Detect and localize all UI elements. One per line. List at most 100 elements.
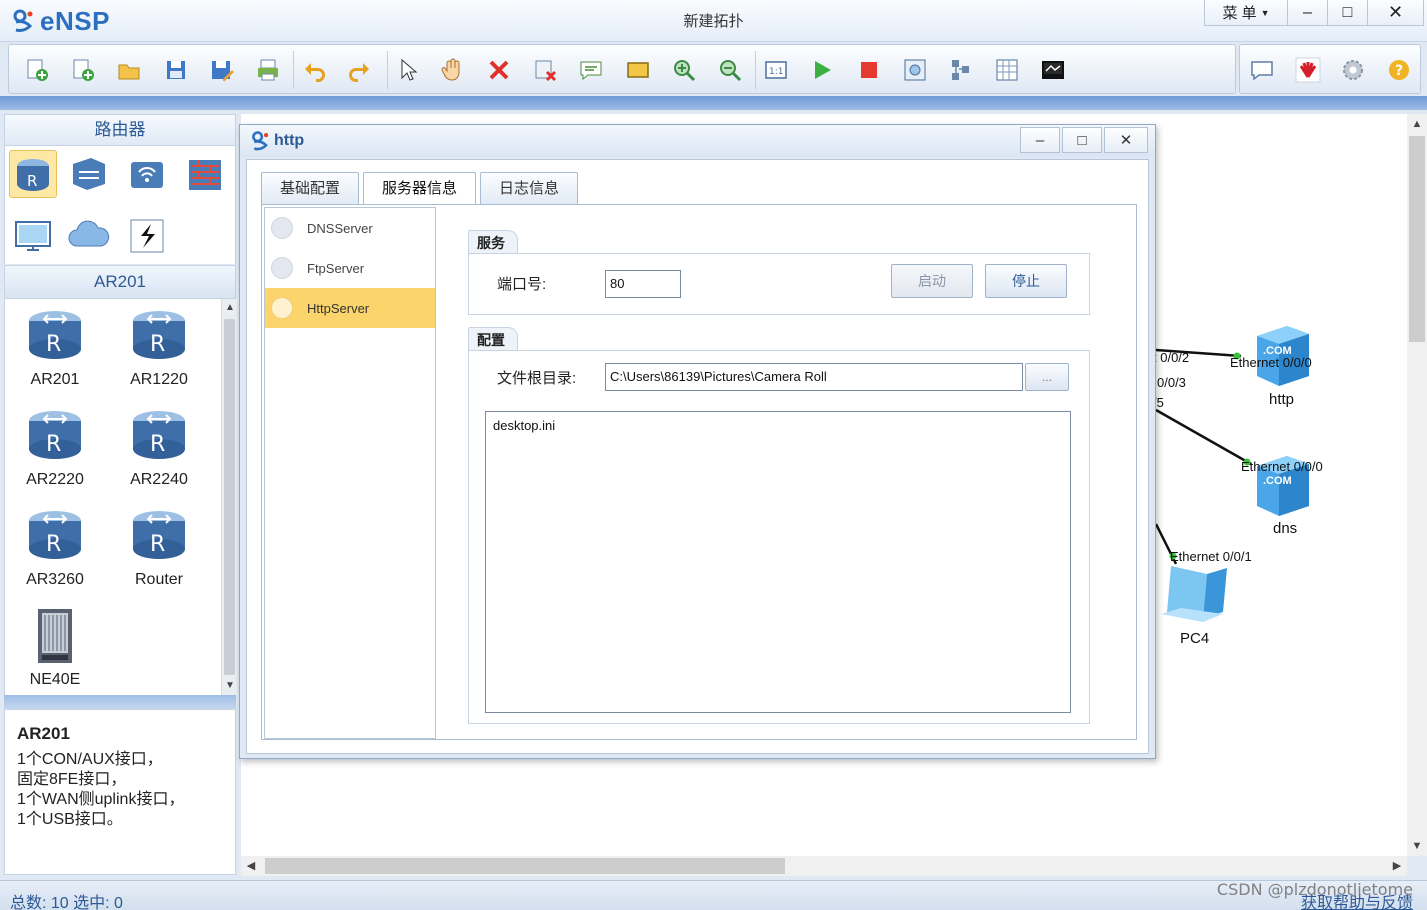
delete-link-icon[interactable]	[531, 57, 559, 83]
scroll-left-icon[interactable]: ◀	[241, 856, 261, 876]
new-topology-icon[interactable]	[23, 57, 51, 83]
window-minimize-button[interactable]: –	[1288, 0, 1328, 26]
select-pointer-icon[interactable]	[393, 57, 421, 83]
file-list[interactable]: desktop.ini	[485, 411, 1071, 713]
topology-layout-icon[interactable]	[947, 57, 975, 83]
server-item-dns[interactable]: DNSServer	[265, 208, 435, 248]
server-item-label: DNSServer	[307, 220, 373, 236]
stop-button[interactable]: 停止	[985, 264, 1067, 298]
device-item[interactable]: R AR1220	[109, 299, 209, 395]
wireless-category-icon[interactable]	[123, 150, 171, 198]
node-label-pc4[interactable]: PC4	[1180, 630, 1209, 647]
zoom-out-icon[interactable]	[716, 57, 744, 83]
scroll-right-icon[interactable]: ▶	[1387, 856, 1407, 876]
app-logo: eNSP	[12, 6, 110, 36]
chevron-down-icon: ▼	[1260, 7, 1270, 18]
svg-text:R: R	[46, 332, 61, 357]
root-dir-input[interactable]: C:\Users\86139\Pictures\Camera Roll	[605, 363, 1023, 391]
save-icon[interactable]	[162, 57, 190, 83]
switch-category-icon[interactable]	[65, 150, 113, 198]
scroll-thumb[interactable]	[1409, 136, 1425, 342]
link-dns[interactable]	[1155, 408, 1252, 466]
maximize-icon: □	[1342, 3, 1353, 21]
new-blank-icon[interactable]	[69, 57, 97, 83]
scroll-thumb[interactable]	[265, 858, 785, 874]
port-label: 端口号:	[497, 276, 547, 293]
undo-icon[interactable]	[300, 57, 328, 83]
minimize-icon: –	[1035, 131, 1045, 149]
canvas-horizontal-scrollbar[interactable]: ◀ ▶	[241, 856, 1407, 876]
server-item-http[interactable]: HttpServer	[265, 288, 435, 328]
right-toolbar: ?	[1239, 44, 1421, 94]
delete-icon[interactable]	[485, 57, 513, 83]
node-label-dns[interactable]: dns	[1273, 520, 1297, 537]
pc4-computer-icon[interactable]	[1161, 566, 1227, 622]
open-icon[interactable]	[115, 57, 143, 83]
huawei-logo-icon[interactable]	[1294, 57, 1322, 83]
tab-server-info[interactable]: 服务器信息	[363, 172, 477, 204]
tab-basic-config[interactable]: 基础配置	[261, 172, 360, 204]
link-category-icon[interactable]	[123, 212, 171, 260]
scroll-up-icon[interactable]: ▲	[1407, 114, 1427, 134]
start-device-icon[interactable]	[808, 57, 836, 83]
chat-icon[interactable]	[1248, 57, 1276, 83]
cloud-category-icon[interactable]	[65, 212, 113, 260]
file-list-item[interactable]: desktop.ini	[493, 418, 1063, 433]
rectangle-icon[interactable]	[624, 57, 652, 83]
device-item[interactable]: R AR3260	[5, 499, 105, 595]
fit-window-icon[interactable]: 1:1	[762, 57, 790, 83]
redo-icon[interactable]	[346, 57, 374, 83]
server-status-icon	[271, 257, 293, 279]
terminal-category-icon[interactable]	[9, 212, 57, 260]
status-summary: 总数: 10 选中: 0	[10, 895, 123, 910]
router-category-icon[interactable]: R	[9, 150, 57, 198]
tab-log-info[interactable]: 日志信息	[480, 172, 579, 204]
text-annotation-icon[interactable]	[577, 57, 605, 83]
window-maximize-button[interactable]: □	[1328, 0, 1368, 26]
panel-divider	[4, 695, 236, 709]
dialog-maximize-button[interactable]: □	[1062, 127, 1102, 153]
port-input[interactable]: 80	[605, 270, 681, 298]
description-line: 1个USB接口。	[17, 811, 123, 828]
device-item[interactable]: R AR2240	[109, 399, 209, 495]
scroll-up-icon[interactable]: ▲	[222, 299, 238, 317]
port-label: Ethernet 0/0/1	[1170, 549, 1252, 564]
console-icon[interactable]	[1039, 57, 1067, 83]
scroll-thumb[interactable]	[224, 319, 235, 675]
ensp-logo-icon	[250, 130, 272, 152]
scroll-down-icon[interactable]: ▼	[222, 677, 238, 695]
svg-text:R: R	[27, 172, 37, 190]
pan-hand-icon[interactable]	[439, 57, 467, 83]
config-group-title: 配置	[468, 327, 518, 351]
dialog-close-button[interactable]: ✕	[1104, 127, 1148, 153]
stop-device-icon[interactable]	[855, 57, 883, 83]
server-status-icon	[271, 217, 293, 239]
device-item[interactable]: R AR201	[5, 299, 105, 395]
settings-gear-icon[interactable]	[1339, 57, 1367, 83]
zoom-in-icon[interactable]	[670, 57, 698, 83]
device-list-scrollbar[interactable]: ▲ ▼	[221, 299, 237, 695]
help-icon[interactable]: ?	[1385, 57, 1413, 83]
scroll-down-icon[interactable]: ▼	[1407, 836, 1427, 856]
grid-icon[interactable]	[993, 57, 1021, 83]
window-close-button[interactable]: ✕	[1368, 0, 1424, 26]
print-icon[interactable]	[254, 57, 282, 83]
dialog-title-bar[interactable]: http – □ ✕	[240, 125, 1155, 157]
server-item-ftp[interactable]: FtpServer	[265, 248, 435, 288]
save-as-icon[interactable]	[208, 57, 236, 83]
browse-button[interactable]: ...	[1025, 363, 1069, 391]
device-item[interactable]: R AR2220	[5, 399, 105, 495]
dialog-minimize-button[interactable]: –	[1020, 127, 1060, 153]
start-button[interactable]: 启动	[891, 264, 973, 298]
dialog-body: 基础配置 服务器信息 日志信息 DNSServer FtpServer Http…	[246, 159, 1149, 754]
device-item[interactable]: R Router	[109, 499, 209, 595]
main-menu-button[interactable]: 菜 单 ▼	[1204, 0, 1288, 26]
firewall-category-icon[interactable]	[181, 150, 229, 198]
canvas-vertical-scrollbar[interactable]: ▲ ▼	[1407, 114, 1427, 856]
device-item[interactable]: NE40E	[5, 599, 105, 695]
config-group: 文件根目录: C:\Users\86139\Pictures\Camera Ro…	[468, 350, 1090, 724]
description-line: 1个CON/AUX接口，	[17, 751, 163, 768]
device-label: NE40E	[29, 671, 81, 688]
capture-icon[interactable]	[901, 57, 929, 83]
node-label-http[interactable]: http	[1269, 391, 1294, 408]
